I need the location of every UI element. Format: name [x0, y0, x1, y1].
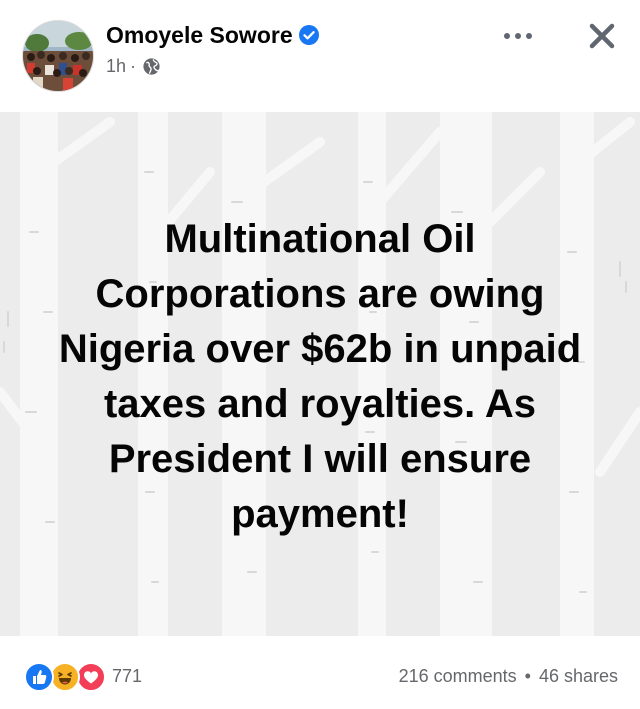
avatar[interactable]: [22, 20, 94, 92]
meta-separator: ·: [130, 56, 137, 76]
post-background: Multinational Oil Corporations are owing…: [0, 112, 640, 636]
post-header: Omoyele Sowore 1h ·: [0, 0, 640, 112]
reactions-count[interactable]: 771: [112, 666, 142, 687]
verified-badge-icon: [299, 25, 319, 45]
comments-count[interactable]: 216 comments: [399, 666, 517, 687]
like-icon: [24, 662, 54, 692]
engagement-stats: 216 comments • 46 shares: [399, 666, 618, 687]
post-text: Multinational Oil Corporations are owing…: [58, 217, 582, 536]
author-name[interactable]: Omoyele Sowore: [106, 22, 293, 49]
globe-icon: [143, 58, 160, 75]
haha-icon: [50, 662, 80, 692]
stats-separator: •: [524, 666, 531, 686]
post-meta: 1h ·: [106, 56, 161, 77]
shares-count[interactable]: 46 shares: [539, 666, 618, 687]
reaction-icons[interactable]: [24, 662, 108, 692]
more-options-icon[interactable]: [496, 20, 540, 52]
post-footer: 771 216 comments • 46 shares: [0, 636, 640, 709]
love-icon: [76, 662, 106, 692]
close-icon[interactable]: [582, 16, 622, 56]
post-time[interactable]: 1h: [106, 56, 126, 77]
